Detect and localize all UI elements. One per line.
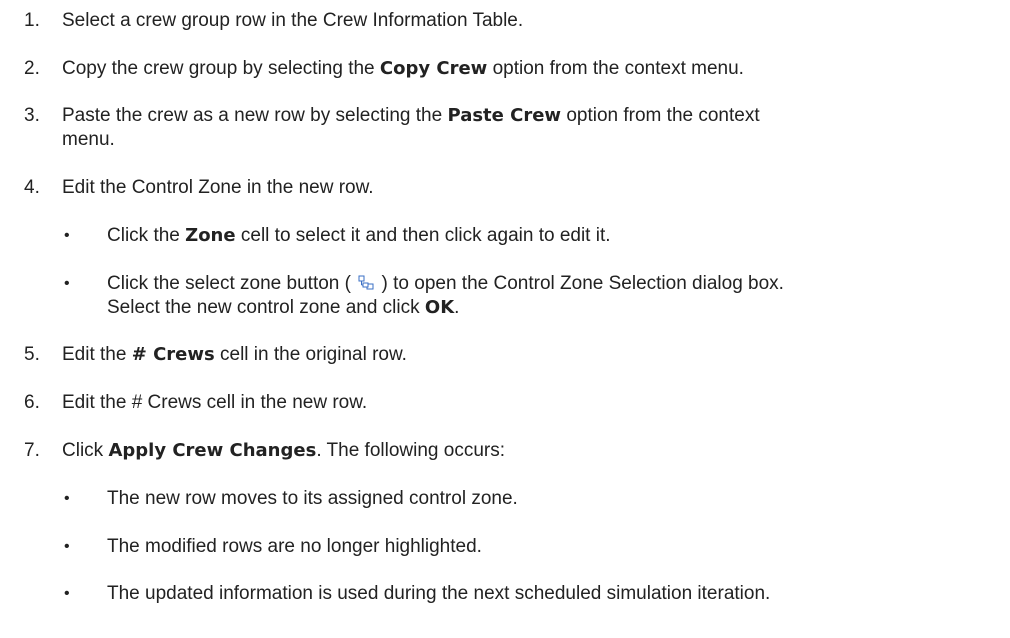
step-text-part: Click: [62, 440, 109, 461]
step-number: 5.: [24, 344, 40, 365]
apply-crew-changes-label: Apply Crew Changes: [108, 440, 317, 461]
zone-label: Zone: [185, 225, 236, 246]
copy-crew-label: Copy Crew: [379, 58, 488, 79]
step-number: 2.: [24, 58, 40, 79]
bullet-text-part: ) to open the Control Zone Selection dia…: [376, 273, 784, 294]
bullet-marker: •: [64, 538, 70, 555]
step-text: Edit the Control Zone in the new row.: [62, 177, 374, 198]
paste-crew-label: Paste Crew: [447, 105, 562, 126]
step-text: Edit the # Crews cell in the new row.: [62, 392, 368, 413]
step-text-part: menu.: [62, 129, 115, 150]
bullet-marker: •: [64, 490, 70, 507]
bullet-text: The modified rows are no longer highligh…: [107, 536, 482, 557]
bullet-marker: •: [64, 275, 70, 292]
bullet-text-part: Select the new control zone and click: [107, 297, 425, 318]
bullet-text-part: Click the select zone button (: [107, 273, 357, 294]
bullet-text: Click the select zone button ( ) to open…: [107, 272, 1002, 320]
select-zone-icon: [358, 275, 374, 290]
step-text: Edit the # Crews cell in the original ro…: [62, 343, 992, 367]
step-text-part: option from the context menu.: [487, 58, 744, 79]
bullet-marker: •: [64, 227, 70, 244]
bullet-text: The new row moves to its assigned contro…: [107, 488, 518, 509]
step-text: Select a crew group row in the Crew Info…: [62, 10, 524, 31]
bullet-marker: •: [64, 585, 70, 602]
step-text: Click Apply Crew Changes. The following …: [62, 439, 992, 463]
step-text-part: Copy the crew group by selecting the: [62, 58, 380, 79]
bullet-text-part: cell to select it and then click again t…: [235, 225, 611, 246]
step-text-part: cell in the original row.: [214, 344, 407, 365]
step-number: 4.: [24, 177, 40, 198]
step-text: Paste the crew as a new row by selecting…: [62, 104, 992, 152]
bullet-text: Click the Zone cell to select it and the…: [107, 224, 1002, 248]
step-text-part: option from the context: [561, 105, 760, 126]
step-text: Copy the crew group by selecting the Cop…: [62, 57, 992, 81]
bullet-text-part: .: [454, 297, 460, 318]
ok-label: OK: [424, 297, 455, 318]
crews-label: # Crews: [131, 344, 215, 365]
step-text-part: Edit the: [62, 344, 132, 365]
step-number: 6.: [24, 392, 40, 413]
bullet-text: The updated information is used during t…: [107, 583, 771, 604]
bullet-text-part: Click the: [107, 225, 186, 246]
step-number: 3.: [24, 105, 40, 126]
step-number: 7.: [24, 440, 40, 461]
step-text-part: Paste the crew as a new row by selecting…: [62, 105, 448, 126]
step-text-part: . The following occurs:: [316, 440, 505, 461]
step-number: 1.: [24, 10, 40, 31]
